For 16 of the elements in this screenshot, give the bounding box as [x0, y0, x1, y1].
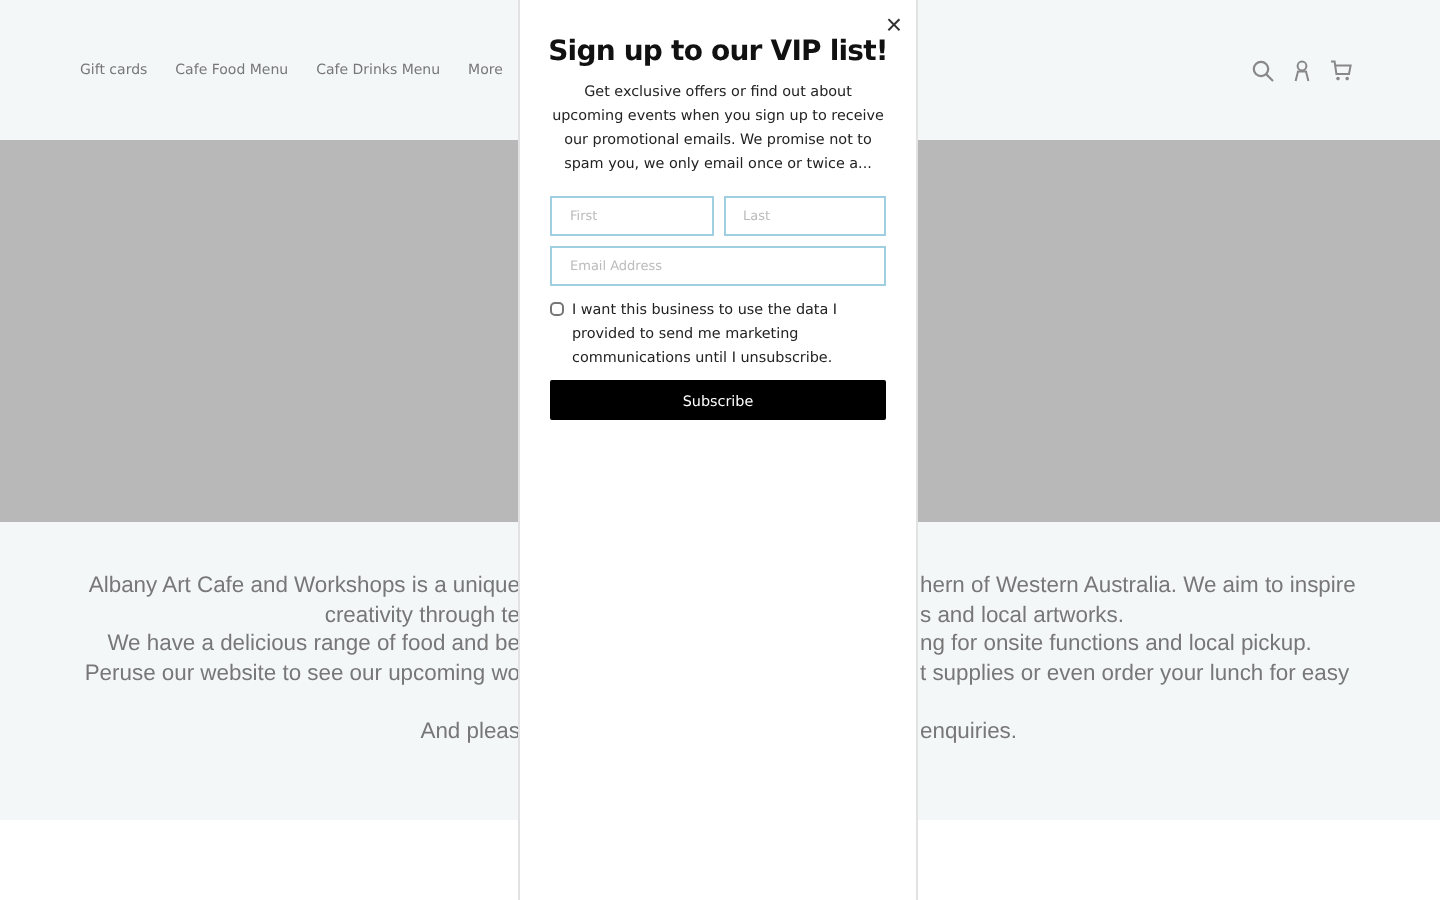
- close-button[interactable]: ×: [885, 10, 902, 38]
- consent-checkbox[interactable]: [550, 302, 564, 316]
- about-text: ng for onsite functions and local pickup.: [920, 630, 1314, 659]
- about-text: s and local artworks.: [920, 601, 1126, 630]
- about-text: creativity through te: [322, 601, 520, 630]
- about-text: Albany Art Cafe and Workshops is a unique: [86, 572, 520, 601]
- about-text: enquiries.: [920, 717, 1020, 746]
- about-text: Peruse our website to see our upcoming wo: [82, 659, 520, 688]
- user-icon[interactable]: [1294, 59, 1310, 81]
- about-text: We have a delicious range of food and be: [105, 630, 520, 659]
- cart-icon[interactable]: [1330, 59, 1352, 81]
- about-text: t supplies or even order your lunch for easy: [920, 659, 1352, 688]
- about-text: hern of Western Australia. We aim to inspire: [920, 572, 1358, 601]
- search-icon[interactable]: [1252, 59, 1274, 81]
- about-text: And pleas: [418, 717, 520, 746]
- popup-title: Sign up to our VIP list!: [546, 34, 890, 72]
